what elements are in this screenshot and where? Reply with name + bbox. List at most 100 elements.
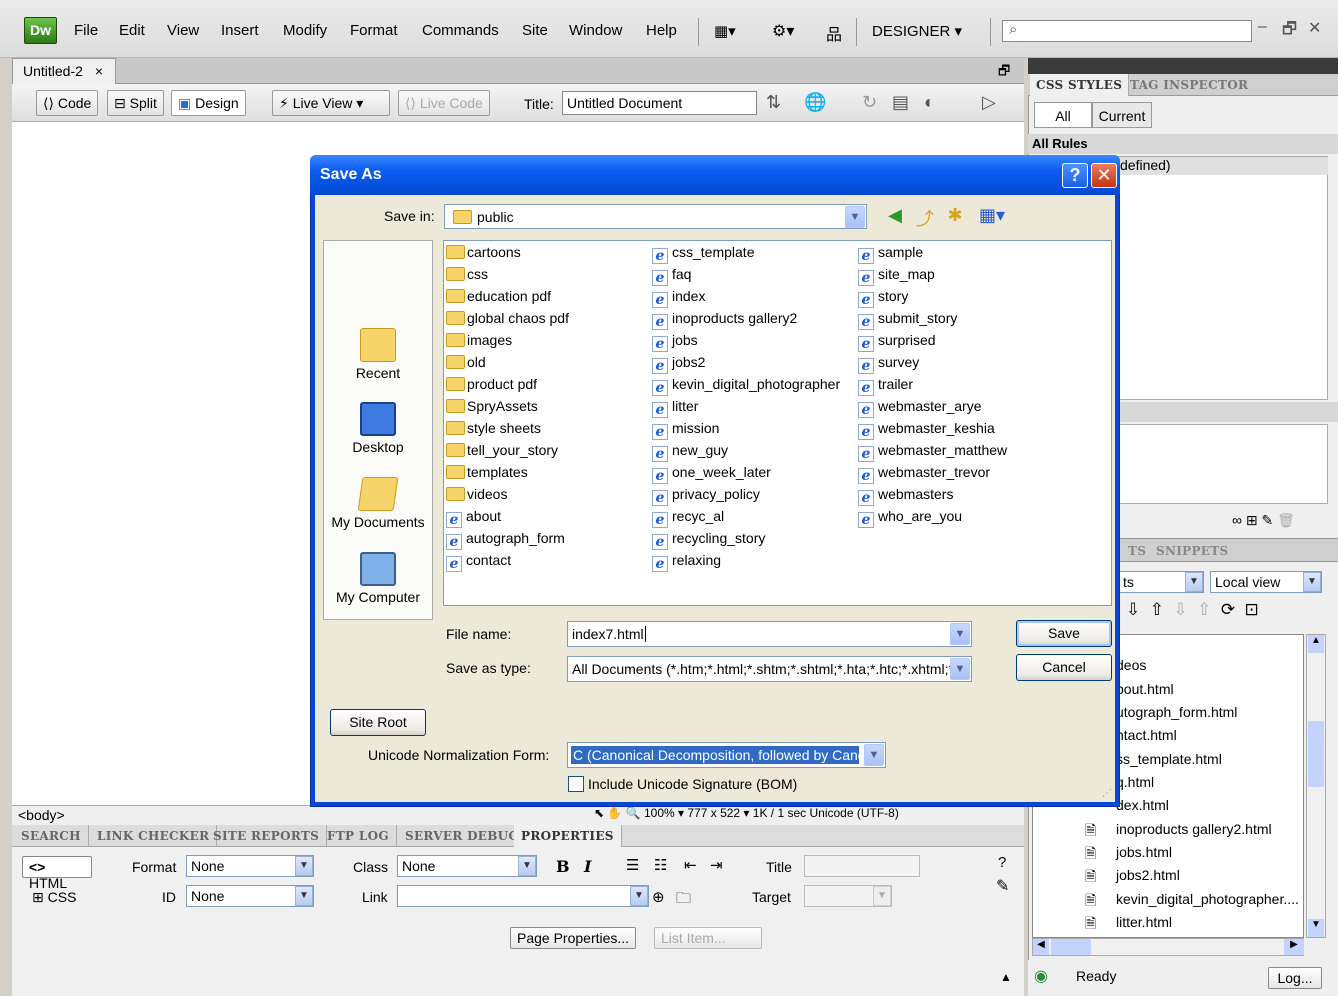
workspace-switcher[interactable]: DESIGNER ▾: [872, 22, 962, 40]
file-item[interactable]: e autograph_form: [446, 530, 569, 552]
link-input[interactable]: ▼: [397, 885, 649, 907]
delete-rule-icon[interactable]: 🗑: [1277, 512, 1295, 528]
quick-tag-editor-icon[interactable]: ✎: [996, 876, 1009, 896]
file-list-hscrollbar[interactable]: ◀: [1032, 938, 1304, 956]
menu-edit[interactable]: Edit: [119, 22, 145, 39]
file-item[interactable]: e about: [446, 508, 569, 530]
site-root-button[interactable]: Site Root: [330, 709, 426, 736]
refresh-icon[interactable]: ↻: [862, 92, 877, 113]
folder-item[interactable]: style sheets: [446, 420, 569, 442]
file-item[interactable]: e webmaster_keshia: [858, 420, 1007, 442]
live-code-button[interactable]: ⟨⟩ Live Code: [398, 90, 490, 116]
attach-stylesheet-icon[interactable]: ∞: [1232, 512, 1242, 528]
file-item[interactable]: e site_map: [858, 266, 1007, 288]
file-item[interactable]: e webmaster_matthew: [858, 442, 1007, 464]
design-view-button[interactable]: ▣ Design: [171, 90, 246, 116]
tab-link-checker[interactable]: LINK CHECKER: [90, 825, 218, 847]
resize-grip-icon[interactable]: ⋰: [1102, 788, 1112, 799]
help-icon[interactable]: ?: [998, 854, 1006, 871]
italic-button[interactable]: I: [584, 857, 591, 876]
folder-item[interactable]: product pdf: [446, 376, 569, 398]
views-menu-icon[interactable]: ▦▾: [976, 205, 1008, 227]
split-view-button[interactable]: ⊟ Split: [107, 90, 164, 116]
hscroll-thumb[interactable]: [1051, 939, 1091, 955]
tab-ftp-log[interactable]: FTP LOG: [320, 825, 397, 847]
select-tool-icon[interactable]: ⬉: [594, 806, 604, 820]
cancel-button[interactable]: Cancel: [1016, 654, 1112, 681]
tab-properties[interactable]: PROPERTIES: [514, 825, 622, 847]
menu-site[interactable]: Site: [522, 22, 548, 39]
bold-button[interactable]: B: [556, 857, 570, 876]
scroll-right-icon[interactable]: ▶: [1284, 939, 1304, 955]
file-item[interactable]: e survey: [858, 354, 1007, 376]
folder-item[interactable]: css: [446, 266, 569, 288]
edit-rule-icon[interactable]: ✎: [1262, 512, 1274, 528]
id-select[interactable]: None ▼: [186, 885, 314, 907]
point-to-file-icon[interactable]: ⊕: [652, 888, 665, 906]
place-desktop[interactable]: Desktop: [323, 402, 433, 455]
file-item[interactable]: e relaxing: [652, 552, 840, 574]
file-management-icon[interactable]: ⇅: [766, 92, 781, 113]
file-item[interactable]: e index: [652, 288, 840, 310]
expand-icon[interactable]: ⊡: [1245, 600, 1259, 619]
list-item[interactable]: deos: [1116, 657, 1146, 673]
view-select[interactable]: Local view ▼: [1210, 571, 1322, 593]
log-button[interactable]: Log...: [1268, 967, 1322, 989]
put-files-icon[interactable]: ⇧: [1150, 600, 1164, 619]
dialog-title-bar[interactable]: [310, 155, 1120, 195]
place-my-documents[interactable]: My Documents: [323, 477, 433, 530]
dialog-help-button[interactable]: ?: [1062, 163, 1088, 188]
folder-item[interactable]: SpryAssets: [446, 398, 569, 420]
folder-item[interactable]: tell_your_story: [446, 442, 569, 464]
scroll-left-icon[interactable]: ◀: [1033, 939, 1049, 955]
tab-close-icon[interactable]: ×: [95, 63, 103, 79]
check-in-icon[interactable]: ⇧: [1197, 600, 1211, 619]
back-icon[interactable]: ◀: [884, 205, 906, 227]
folder-item[interactable]: education pdf: [446, 288, 569, 310]
menu-window[interactable]: Window: [569, 22, 622, 39]
document-title-input[interactable]: Untitled Document: [562, 91, 757, 115]
file-item[interactable]: e jobs: [652, 332, 840, 354]
scroll-up-icon[interactable]: ▲: [1308, 635, 1324, 653]
restore-document-icon[interactable]: 🗗: [998, 62, 1010, 84]
new-folder-icon[interactable]: ✱: [944, 205, 966, 227]
list-item[interactable]: q.html: [1116, 774, 1154, 790]
body-tag[interactable]: <body>: [18, 807, 65, 823]
visual-aids-icon[interactable]: ◐: [924, 92, 935, 113]
list-item[interactable]: jobs2.html: [1116, 867, 1180, 883]
search-input[interactable]: ⌕: [1002, 20, 1252, 42]
list-item[interactable]: litter.html: [1116, 914, 1172, 930]
tab-assets[interactable]: TS: [1122, 540, 1152, 562]
page-properties-button[interactable]: Page Properties...: [510, 927, 637, 949]
dialog-close-button[interactable]: ✕: [1091, 163, 1117, 188]
list-item[interactable]: jobs.html: [1116, 844, 1172, 860]
file-item[interactable]: e webmaster_trevor: [858, 464, 1007, 486]
css-mode-button[interactable]: ⊞ CSS: [32, 889, 76, 906]
file-item[interactable]: e jobs2: [652, 354, 840, 376]
layout-icon[interactable]: ▦▾: [714, 22, 736, 40]
menu-file[interactable]: File: [74, 22, 98, 39]
file-item[interactable]: e webmasters: [858, 486, 1007, 508]
list-item-button[interactable]: List Item...: [654, 927, 762, 949]
live-view-button[interactable]: ⚡ Live View ▾: [272, 90, 390, 116]
hand-tool-icon[interactable]: ✋: [607, 806, 622, 820]
save-in-select[interactable]: public ▼: [444, 204, 867, 229]
check-out-icon[interactable]: ⇩: [1173, 600, 1187, 619]
preview-browser-icon[interactable]: 🌐: [804, 92, 826, 113]
up-folder-icon[interactable]: ⤴: [914, 205, 936, 229]
tab-css-styles[interactable]: CSS STYLES: [1030, 74, 1130, 96]
tab-tag-inspector[interactable]: TAG INSPECTOR: [1124, 74, 1254, 96]
site-map-icon[interactable]: 品: [826, 21, 842, 45]
document-tab[interactable]: Untitled-2 ×: [12, 58, 116, 84]
folder-item[interactable]: old: [446, 354, 569, 376]
minimize-icon[interactable]: –: [1258, 18, 1267, 36]
menu-insert[interactable]: Insert: [221, 22, 259, 39]
browse-folder-icon[interactable]: 🗀: [676, 888, 691, 913]
list-item[interactable]: ss_template.html: [1116, 751, 1222, 767]
file-list-scrollbar[interactable]: ▲ ▼: [1306, 634, 1326, 938]
file-item[interactable]: e mission: [652, 420, 840, 442]
folder-item[interactable]: videos: [446, 486, 569, 508]
menu-help[interactable]: Help: [646, 22, 677, 39]
folder-item[interactable]: global chaos pdf: [446, 310, 569, 332]
format-select[interactable]: None ▼: [186, 855, 314, 877]
